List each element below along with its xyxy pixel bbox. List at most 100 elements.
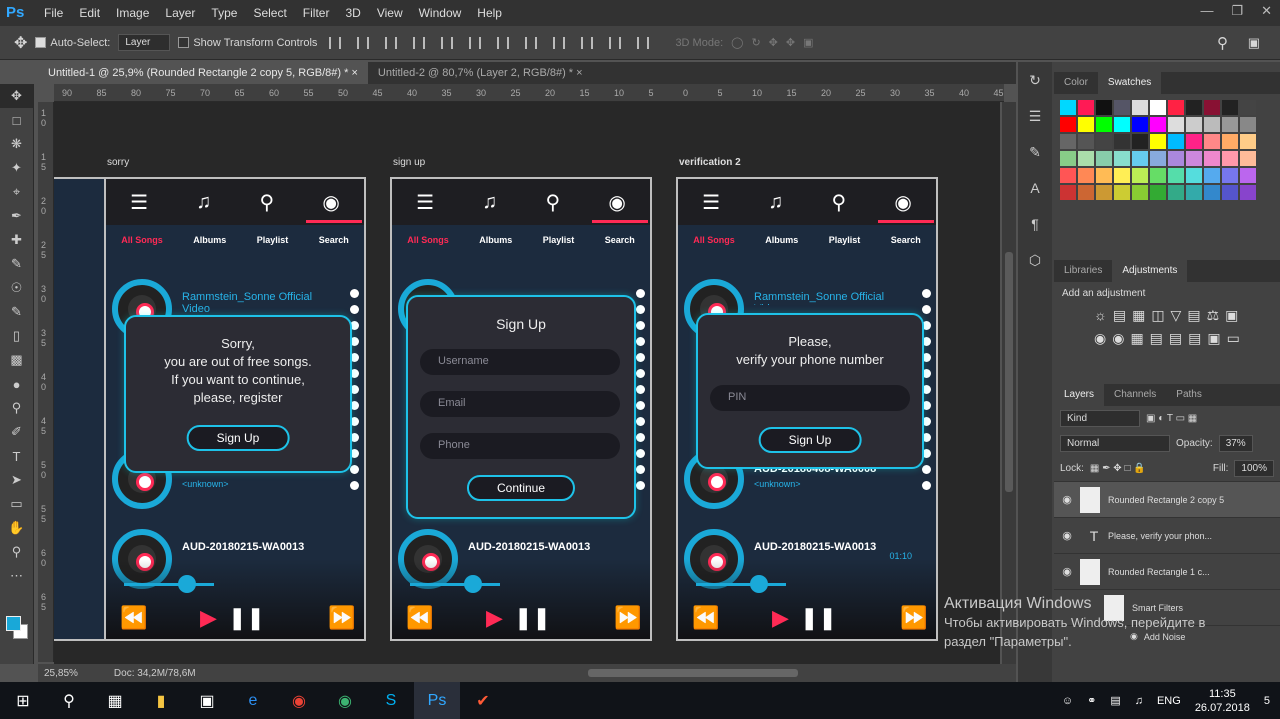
- 3d-orbit-icon[interactable]: ◯: [731, 36, 743, 49]
- color-swatch[interactable]: [1150, 100, 1166, 115]
- skype-icon[interactable]: S: [368, 682, 414, 719]
- color-swatch[interactable]: [1222, 185, 1238, 200]
- color-swatch[interactable]: [1222, 168, 1238, 183]
- color-swatch[interactable]: [1168, 134, 1184, 149]
- color-swatch[interactable]: [1168, 117, 1184, 132]
- blur-tool-icon[interactable]: ●: [0, 372, 33, 396]
- dodge-tool-icon[interactable]: ⚲: [0, 396, 33, 420]
- artboard-sign-up[interactable]: ☰ ♫ ⚲ ◉ All Songs Albums Playlist Search…: [390, 177, 652, 641]
- color-swatch[interactable]: [1114, 168, 1130, 183]
- language-indicator[interactable]: ENG: [1157, 695, 1181, 707]
- brightness-icon[interactable]: ☼: [1094, 307, 1107, 324]
- menu-file[interactable]: File: [36, 0, 71, 26]
- 3d-pan-icon[interactable]: ✥: [769, 36, 778, 49]
- continue-button[interactable]: Continue: [466, 475, 576, 501]
- color-swatch[interactable]: [1060, 151, 1076, 166]
- align-bottom-icon[interactable]: [385, 36, 398, 49]
- color-swatch[interactable]: [1168, 168, 1184, 183]
- windows-start-icon[interactable]: ⊞: [0, 682, 46, 719]
- volume-icon[interactable]: ♫: [1135, 695, 1143, 707]
- color-swatch[interactable]: [1078, 100, 1094, 115]
- lasso-tool-icon[interactable]: ❋: [0, 132, 33, 156]
- layer-row[interactable]: ◉ Rounded Rectangle 2 copy 5: [1054, 481, 1280, 517]
- people-icon[interactable]: ☺: [1062, 695, 1073, 707]
- menu-image[interactable]: Image: [108, 0, 157, 26]
- color-swatch[interactable]: [1204, 185, 1220, 200]
- shape-tool-icon[interactable]: ▭: [0, 492, 33, 516]
- notification-count[interactable]: 5: [1264, 695, 1270, 707]
- auto-select-checkbox[interactable]: Auto-Select:: [35, 36, 110, 49]
- distribute-bottom-icon[interactable]: [553, 36, 566, 49]
- distribute-middle-icon[interactable]: [525, 36, 538, 49]
- tab-untitled-2[interactable]: Untitled-2 @ 80,7% (Layer 2, RGB/8#) * ×: [368, 62, 593, 84]
- color-swatch[interactable]: [1240, 151, 1256, 166]
- chrome-icon[interactable]: ◉: [276, 682, 322, 719]
- layer-row[interactable]: ◉ T Please, verify your phon...: [1054, 517, 1280, 553]
- color-swatch[interactable]: [1096, 151, 1112, 166]
- color-swatch[interactable]: [1114, 134, 1130, 149]
- menu-view[interactable]: View: [369, 0, 411, 26]
- color-swatch[interactable]: [1078, 185, 1094, 200]
- color-swatch[interactable]: [1096, 100, 1112, 115]
- show-transform-checkbox[interactable]: Show Transform Controls: [178, 36, 317, 49]
- menu-select[interactable]: Select: [245, 0, 294, 26]
- file-explorer-icon[interactable]: ▮: [138, 682, 184, 719]
- color-swatch[interactable]: [1132, 134, 1148, 149]
- tab-paths[interactable]: Paths: [1166, 384, 1212, 406]
- color-swatch[interactable]: [1204, 134, 1220, 149]
- 3d-roll-icon[interactable]: ↻: [751, 36, 760, 49]
- color-swatch[interactable]: [1240, 117, 1256, 132]
- photo-filter-icon[interactable]: ◉: [1094, 330, 1106, 347]
- color-swatch[interactable]: [1096, 185, 1112, 200]
- eyedropper-icon[interactable]: ✒: [0, 204, 33, 228]
- tab-untitled-1[interactable]: Untitled-1 @ 25,9% (Rounded Rectangle 2 …: [38, 62, 368, 84]
- color-swatch[interactable]: [1222, 151, 1238, 166]
- path-selection-icon[interactable]: ➤: [0, 468, 33, 492]
- sign-up-button[interactable]: Sign Up: [186, 425, 290, 451]
- hand-tool-icon[interactable]: ✋: [0, 516, 33, 540]
- menu-layer[interactable]: Layer: [157, 0, 203, 26]
- menu-type[interactable]: Type: [203, 0, 245, 26]
- hue-icon[interactable]: ▤: [1187, 307, 1200, 324]
- search-icon[interactable]: ⚲: [1217, 34, 1228, 52]
- search-icon[interactable]: ⚲: [46, 682, 92, 719]
- color-swatch[interactable]: [1096, 168, 1112, 183]
- distribute-top-icon[interactable]: [497, 36, 510, 49]
- edge-icon[interactable]: e: [230, 682, 276, 719]
- color-swatch[interactable]: [1096, 134, 1112, 149]
- menu-3d[interactable]: 3D: [337, 0, 368, 26]
- selective-color-icon[interactable]: ▣: [1207, 330, 1220, 347]
- color-swatch[interactable]: [1132, 151, 1148, 166]
- character-icon[interactable]: A: [1018, 170, 1052, 206]
- filter-icons[interactable]: ▣ ◐ T ▭ ▦: [1146, 413, 1197, 424]
- menu-edit[interactable]: Edit: [71, 0, 108, 26]
- color-swatch[interactable]: [1240, 185, 1256, 200]
- color-swatch[interactable]: [1186, 117, 1202, 132]
- align-right-icon[interactable]: [469, 36, 482, 49]
- swatch-grid[interactable]: [1054, 94, 1280, 206]
- distribute-right-icon[interactable]: [637, 36, 650, 49]
- link-icon[interactable]: ⚭: [1087, 694, 1096, 707]
- tab-channels[interactable]: Channels: [1104, 384, 1166, 406]
- color-swatch[interactable]: [1240, 100, 1256, 115]
- color-swatch[interactable]: [1186, 168, 1202, 183]
- type-tool-icon[interactable]: T: [0, 444, 33, 468]
- properties-icon[interactable]: ☰: [1018, 98, 1052, 134]
- crop-tool-icon[interactable]: ⌖: [0, 180, 33, 204]
- pen-tool-icon[interactable]: ✐: [0, 420, 33, 444]
- color-swatch[interactable]: [1096, 117, 1112, 132]
- color-swatch[interactable]: [1150, 151, 1166, 166]
- tab-color[interactable]: Color: [1054, 72, 1098, 94]
- color-swatch[interactable]: [1186, 151, 1202, 166]
- layer-select[interactable]: Layer: [118, 34, 171, 51]
- color-swatch[interactable]: [1240, 168, 1256, 183]
- healing-brush-icon[interactable]: ✚: [0, 228, 33, 252]
- sign-up-button[interactable]: Sign Up: [758, 427, 862, 453]
- photoshop-taskbar-icon[interactable]: Ps: [414, 682, 460, 719]
- phone-field[interactable]: Phone: [420, 433, 620, 459]
- color-swatch[interactable]: [1168, 100, 1184, 115]
- menu-window[interactable]: Window: [411, 0, 470, 26]
- horizontal-scrollbar[interactable]: [588, 669, 798, 677]
- gradient-map-icon[interactable]: ▭: [1227, 330, 1240, 347]
- color-swatch[interactable]: [1150, 168, 1166, 183]
